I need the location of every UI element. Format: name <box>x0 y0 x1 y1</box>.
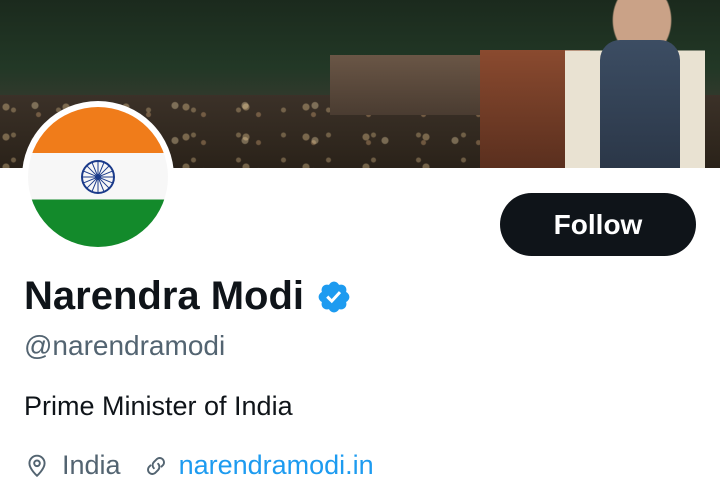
profile-name: Narendra Modi <box>24 274 305 318</box>
profile-website-link[interactable]: narendramodi.in <box>179 450 374 481</box>
location-pin-icon <box>28 454 46 477</box>
profile-name-row: Narendra Modi <box>24 274 352 319</box>
profile-bio: Prime Minister of India <box>24 391 293 421</box>
banner-vest <box>600 40 680 168</box>
profile-avatar[interactable] <box>22 101 174 253</box>
ashoka-chakra-icon <box>81 160 115 194</box>
link-icon <box>146 456 165 475</box>
profile-handle: @narendramodi <box>24 330 226 361</box>
verified-badge-icon[interactable] <box>316 279 352 315</box>
profile-meta: India narendramodi.in <box>24 450 374 481</box>
banner-building <box>330 55 490 115</box>
follow-button-label: Follow <box>553 208 643 240</box>
india-flag-avatar <box>28 107 168 247</box>
profile-location: India <box>62 450 121 480</box>
follow-button[interactable]: Follow <box>500 193 696 256</box>
